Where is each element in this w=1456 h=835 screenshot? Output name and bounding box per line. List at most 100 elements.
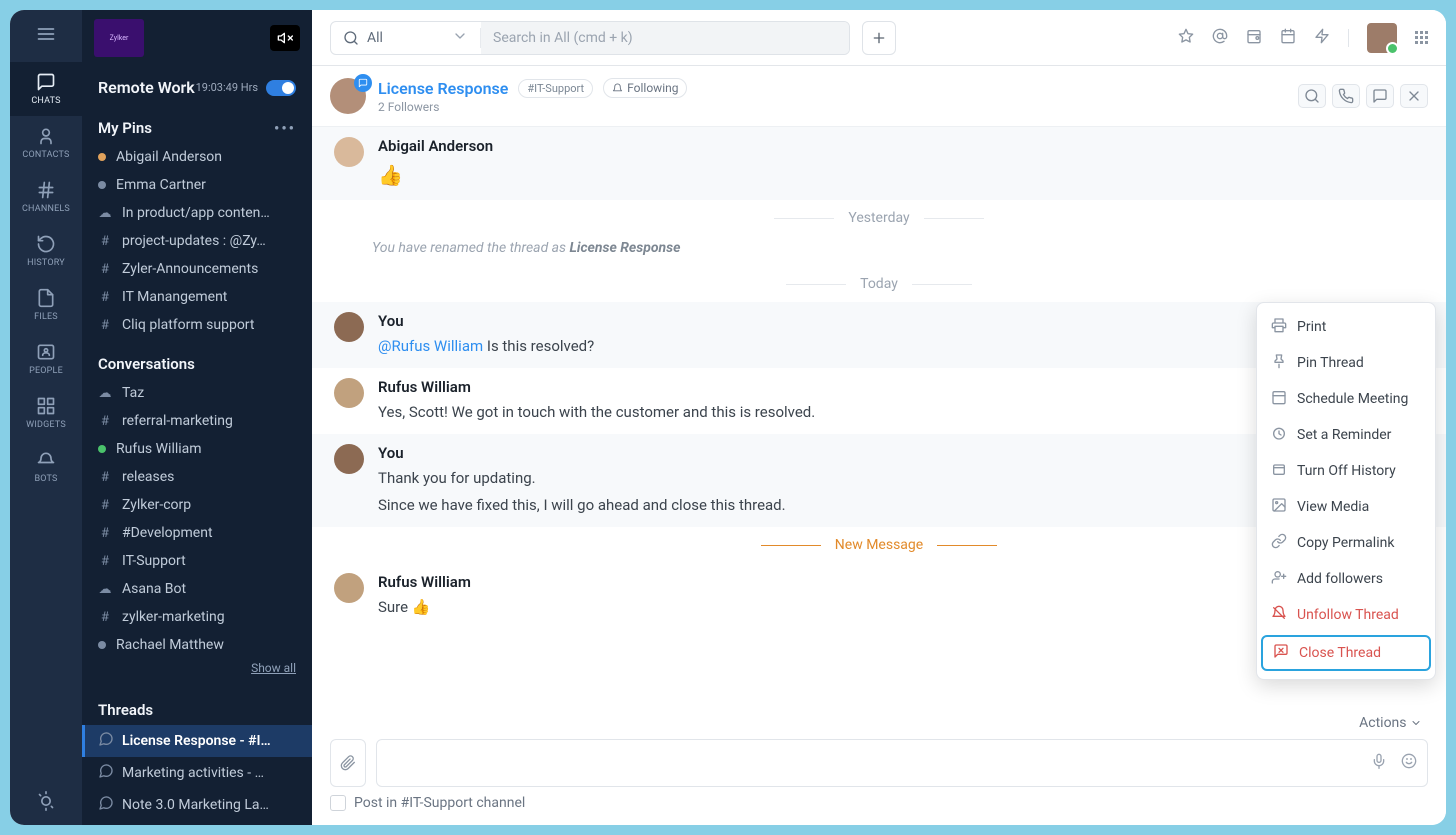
link-icon	[1271, 533, 1287, 553]
menu-label: Close Thread	[1299, 645, 1381, 661]
pin-item[interactable]: #Cliq platform support	[82, 311, 312, 339]
convo-item[interactable]: #Zylker-corp	[82, 491, 312, 519]
convo-item[interactable]: #releases	[82, 463, 312, 491]
thread-search-button[interactable]	[1298, 84, 1326, 108]
rail-bots[interactable]: BOTS	[10, 440, 82, 494]
media-icon	[1271, 497, 1287, 517]
messages-pane: Abigail Anderson 👍 Yesterday You have re…	[312, 127, 1446, 709]
search-scope-dropdown[interactable]: All	[331, 28, 481, 48]
menu-schedule[interactable]: Schedule Meeting	[1257, 381, 1435, 417]
convo-item[interactable]: ##Development	[82, 519, 312, 547]
convo-item[interactable]: #zylker-marketing	[82, 603, 312, 631]
convo-item[interactable]: Rachael Matthew	[82, 631, 312, 659]
convo-item[interactable]: #referral-marketing	[82, 407, 312, 435]
bell-icon	[612, 83, 623, 94]
menu-pin[interactable]: Pin Thread	[1257, 345, 1435, 381]
pin-label: Emma Cartner	[116, 177, 206, 193]
thread-header: License Response #IT-Support Following 2…	[312, 66, 1446, 127]
menu-label: Turn Off History	[1297, 463, 1396, 479]
pin-label: Abigail Anderson	[116, 149, 222, 165]
msg-author: Abigail Anderson	[378, 137, 1424, 155]
unfollow-icon	[1271, 605, 1287, 625]
pin-label: In product/app conten…	[122, 205, 270, 221]
mention-link[interactable]: @Rufus William	[378, 337, 483, 355]
menu-reminder[interactable]: Set a Reminder	[1257, 417, 1435, 453]
pins-more-icon[interactable]: •••	[274, 119, 296, 137]
close-thread-icon	[1273, 643, 1289, 663]
show-all-link[interactable]: Show all	[82, 659, 312, 685]
org-logo[interactable]: Zylker	[94, 19, 144, 57]
following-chip[interactable]: Following	[603, 78, 687, 98]
rail-widgets[interactable]: WIDGETS	[10, 386, 82, 440]
thread-item[interactable]: Marketing activities - …	[82, 757, 312, 789]
rail-channels[interactable]: CHANNELS	[10, 170, 82, 224]
pin-label: project-updates : @Zy…	[122, 233, 266, 249]
convo-label: referral-marketing	[122, 413, 233, 429]
status-time: 19:03:49 Hrs	[196, 81, 258, 94]
rail-people[interactable]: PEOPLE	[10, 332, 82, 386]
msg-text: 👍	[378, 161, 1424, 190]
convo-item[interactable]: ☁Asana Bot	[82, 575, 312, 603]
message-input[interactable]	[376, 739, 1428, 787]
menu-history-off[interactable]: Turn Off History	[1257, 453, 1435, 489]
thread-channel-chip[interactable]: #IT-Support	[518, 79, 593, 98]
thread-item[interactable]: Note 3.0 Marketing La…	[82, 789, 312, 821]
emoji-icon[interactable]	[1401, 753, 1417, 773]
appearance-icon[interactable]	[10, 781, 82, 825]
apps-grid-icon[interactable]	[1415, 31, 1428, 44]
menu-add-followers[interactable]: Add followers	[1257, 561, 1435, 597]
pin-item[interactable]: Abigail Anderson	[82, 143, 312, 171]
avatar	[334, 312, 364, 342]
pin-item[interactable]: #Zyler-Announcements	[82, 255, 312, 283]
mic-icon[interactable]	[1371, 753, 1387, 773]
pin-item[interactable]: #project-updates : @Zy…	[82, 227, 312, 255]
convo-label: IT-Support	[122, 553, 186, 569]
calendar-icon	[1271, 389, 1287, 409]
pin-item[interactable]: Emma Cartner	[82, 171, 312, 199]
thread-item[interactable]: License Response - #I…	[82, 725, 312, 757]
menu-permalink[interactable]: Copy Permalink	[1257, 525, 1435, 561]
reminder-icon	[1271, 425, 1287, 445]
avatar	[334, 573, 364, 603]
mentions-icon[interactable]	[1212, 28, 1228, 48]
convo-item[interactable]: #IT-Support	[82, 547, 312, 575]
menu-icon[interactable]	[36, 24, 56, 48]
plus-button[interactable]	[862, 21, 896, 55]
zia-icon[interactable]	[1314, 28, 1330, 48]
menu-print[interactable]: Print	[1257, 309, 1435, 345]
menu-close-thread[interactable]: Close Thread	[1261, 635, 1431, 671]
post-in-channel-checkbox[interactable]	[330, 795, 346, 811]
convo-item[interactable]: ☁Taz	[82, 379, 312, 407]
convo-item[interactable]: Rufus William	[82, 435, 312, 463]
menu-media[interactable]: View Media	[1257, 489, 1435, 525]
attach-button[interactable]	[330, 739, 366, 787]
rail-contacts[interactable]: CONTACTS	[10, 116, 82, 170]
thread-label: License Response - #I…	[122, 733, 271, 749]
thread-label: Marketing activities - …	[122, 765, 264, 781]
search-input[interactable]	[481, 22, 849, 54]
thread-call-button[interactable]	[1332, 84, 1360, 108]
mute-icon[interactable]	[270, 25, 300, 51]
pin-label: Cliq platform support	[122, 317, 254, 333]
menu-label: Unfollow Thread	[1297, 607, 1399, 623]
thread-title[interactable]: License Response	[378, 79, 508, 98]
history-icon	[1271, 461, 1287, 481]
rail-files[interactable]: FILES	[10, 278, 82, 332]
star-icon[interactable]	[1178, 28, 1194, 48]
pin-item[interactable]: ☁In product/app conten…	[82, 199, 312, 227]
calendar-icon[interactable]	[1280, 28, 1296, 48]
rail-chats[interactable]: CHATS	[10, 62, 82, 116]
pin-item[interactable]: #IT Manangement	[82, 283, 312, 311]
status-toggle[interactable]	[266, 80, 296, 96]
avatar	[334, 137, 364, 167]
reminders-icon[interactable]	[1246, 28, 1262, 48]
thread-close-button[interactable]	[1400, 84, 1428, 108]
convo-label: zylker-marketing	[122, 609, 225, 625]
thread-reply-button[interactable]	[1366, 84, 1394, 108]
thread-avatar	[330, 78, 366, 114]
menu-unfollow[interactable]: Unfollow Thread	[1257, 597, 1435, 633]
rail-history[interactable]: HISTORY	[10, 224, 82, 278]
menu-label: View Media	[1297, 499, 1369, 515]
actions-dropdown[interactable]: Actions	[330, 715, 1428, 731]
user-avatar[interactable]	[1367, 23, 1397, 53]
